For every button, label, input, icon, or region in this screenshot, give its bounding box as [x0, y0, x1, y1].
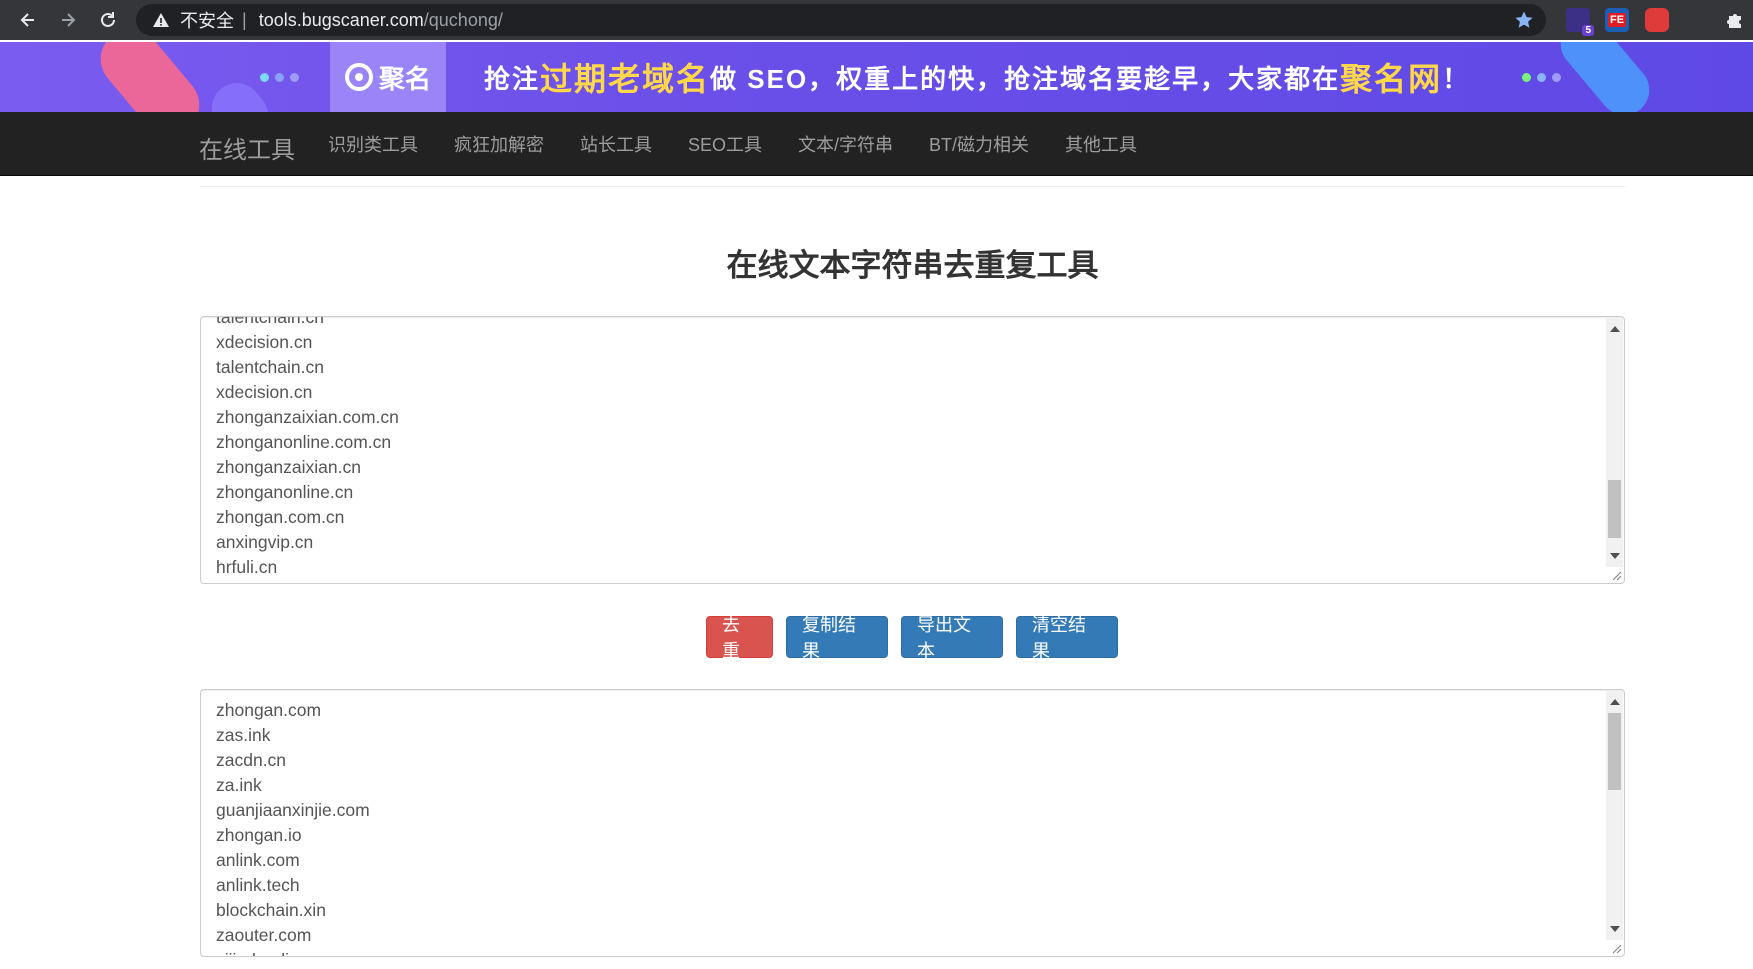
url-path: /quchong/: [423, 9, 503, 30]
banner-dots: [260, 73, 299, 82]
output-lines: zhongan.com zas.ink zacdn.cn za.ink guan…: [216, 698, 370, 956]
logo-icon: [344, 63, 373, 91]
input-line: anxingvip.cn: [216, 532, 314, 552]
promo-banner[interactable]: 聚名 抢注 过期老域名 做 SEO，权重上的快，抢注域名要趁早，大家都在 聚名网…: [0, 42, 1753, 112]
nav-item-recognition[interactable]: 识别类工具: [310, 131, 436, 157]
url-separator: |: [242, 9, 247, 30]
output-line: anlink.com: [216, 850, 300, 870]
site-navbar: 在线工具 识别类工具 疯狂加解密 站长工具 SEO工具 文本/字符串 BT/磁力…: [0, 112, 1753, 176]
input-line: xdecision.cn: [216, 332, 313, 352]
slogan-part: 做 SEO，权重上的快，抢注域名要趁早，大家都在: [710, 63, 1341, 94]
dedupe-button[interactable]: 去重: [706, 615, 773, 661]
input-line: zhongan.com.cn: [216, 507, 345, 527]
extension-badge-icon[interactable]: 5: [1566, 8, 1594, 36]
export-text-button[interactable]: 导出文本: [901, 615, 1003, 661]
output-line: za.ink: [216, 775, 262, 795]
logo-text: 聚名: [378, 63, 431, 94]
banner-logo[interactable]: 聚名: [330, 42, 446, 112]
output-line: zacdn.cn: [216, 750, 287, 770]
banner-dots: [1522, 73, 1561, 82]
navbar-menu: 识别类工具 疯狂加解密 站长工具 SEO工具 文本/字符串 BT/磁力相关 其他…: [310, 112, 1155, 176]
banner-slogan: 抢注 过期老域名 做 SEO，权重上的快，抢注域名要趁早，大家都在 聚名网 ！: [484, 56, 1470, 98]
input-lines: talentchain.cn xdecision.cn talentchain.…: [216, 316, 399, 580]
banner-decoration: [1550, 42, 1660, 112]
slogan-highlight: 过期老域名: [540, 61, 711, 97]
fe-helper-label: FE: [1607, 13, 1627, 27]
output-textarea[interactable]: zhongan.com zas.ink zacdn.cn za.ink guan…: [200, 689, 1625, 957]
input-line: talentchain.cn: [216, 316, 324, 327]
back-icon[interactable]: [8, 0, 48, 40]
input-scrollbar[interactable]: [1606, 318, 1623, 567]
output-scrollbar[interactable]: [1606, 691, 1623, 940]
input-line: zhonganzaixian.com.cn: [216, 407, 399, 427]
nav-item-text[interactable]: 文本/字符串: [780, 131, 911, 157]
resize-grip-icon[interactable]: [1610, 942, 1622, 954]
input-textarea[interactable]: talentchain.cn xdecision.cn talentchain.…: [200, 316, 1625, 584]
output-line: zas.ink: [216, 725, 271, 745]
forward-icon[interactable]: [48, 0, 88, 40]
input-line: hrfuli.cn: [216, 557, 278, 577]
warning-icon[interactable]: [152, 11, 170, 29]
scroll-thumb[interactable]: [1608, 480, 1621, 538]
insecure-label: 不安全: [180, 11, 234, 31]
url-host: tools.bugscaner.com: [258, 9, 424, 30]
navbar-brand[interactable]: 在线工具: [199, 130, 295, 165]
clear-result-button[interactable]: 清空结果: [1016, 615, 1118, 661]
scroll-down-icon[interactable]: [1610, 553, 1620, 559]
copy-result-button[interactable]: 复制结果: [786, 615, 888, 661]
scroll-down-icon[interactable]: [1610, 926, 1620, 932]
scroll-up-icon[interactable]: [1610, 326, 1620, 332]
output-line: zhongan.io: [216, 825, 302, 845]
slogan-part: 抢注: [484, 63, 541, 94]
output-line: zijiadoudi.com: [216, 948, 370, 956]
page-title: 在线文本字符串去重复工具: [726, 248, 1099, 283]
input-line: xdecision.cn: [216, 382, 313, 402]
cube-extension-icon[interactable]: [1645, 8, 1669, 32]
scroll-thumb[interactable]: [1608, 713, 1621, 790]
resize-grip-icon[interactable]: [1610, 569, 1622, 581]
bookmark-star-icon[interactable]: [1514, 10, 1534, 30]
extension-badge-count: 5: [1582, 25, 1594, 36]
browser-toolbar: 不安全 | tools.bugscaner.com/quchong/ 5 FE: [0, 0, 1753, 40]
nav-item-crypto[interactable]: 疯狂加解密: [436, 131, 562, 157]
banner-decoration: [88, 42, 212, 112]
input-line: zhonganonline.cn: [216, 482, 354, 502]
input-line: talentchain.cn: [216, 357, 324, 377]
scroll-up-icon[interactable]: [1610, 699, 1620, 705]
puzzle-icon[interactable]: [1723, 8, 1747, 32]
input-line: zhonganzaixian.cn: [216, 457, 361, 477]
output-line: zhongan.com: [216, 700, 322, 720]
nav-item-seo[interactable]: SEO工具: [670, 131, 780, 157]
fe-helper-icon[interactable]: FE: [1605, 8, 1629, 32]
output-line: blockchain.xin: [216, 900, 326, 920]
nav-item-webmaster[interactable]: 站长工具: [562, 131, 670, 157]
output-line: anlink.tech: [216, 875, 300, 895]
nav-item-other[interactable]: 其他工具: [1047, 131, 1155, 157]
slogan-part: ！: [1442, 63, 1471, 94]
action-buttons: 去重 复制结果 导出文本 清空结果: [706, 615, 1118, 661]
address-bar[interactable]: 不安全 | tools.bugscaner.com/quchong/: [136, 4, 1546, 36]
input-line: zhonganonline.com.cn: [216, 432, 392, 452]
nav-item-bt[interactable]: BT/磁力相关: [911, 131, 1047, 157]
slogan-highlight: 聚名网: [1340, 61, 1443, 97]
divider: [200, 186, 1625, 187]
output-line: zaouter.com: [216, 925, 312, 945]
output-line: guanjiaanxinjie.com: [216, 800, 370, 820]
reload-icon[interactable]: [88, 0, 128, 40]
